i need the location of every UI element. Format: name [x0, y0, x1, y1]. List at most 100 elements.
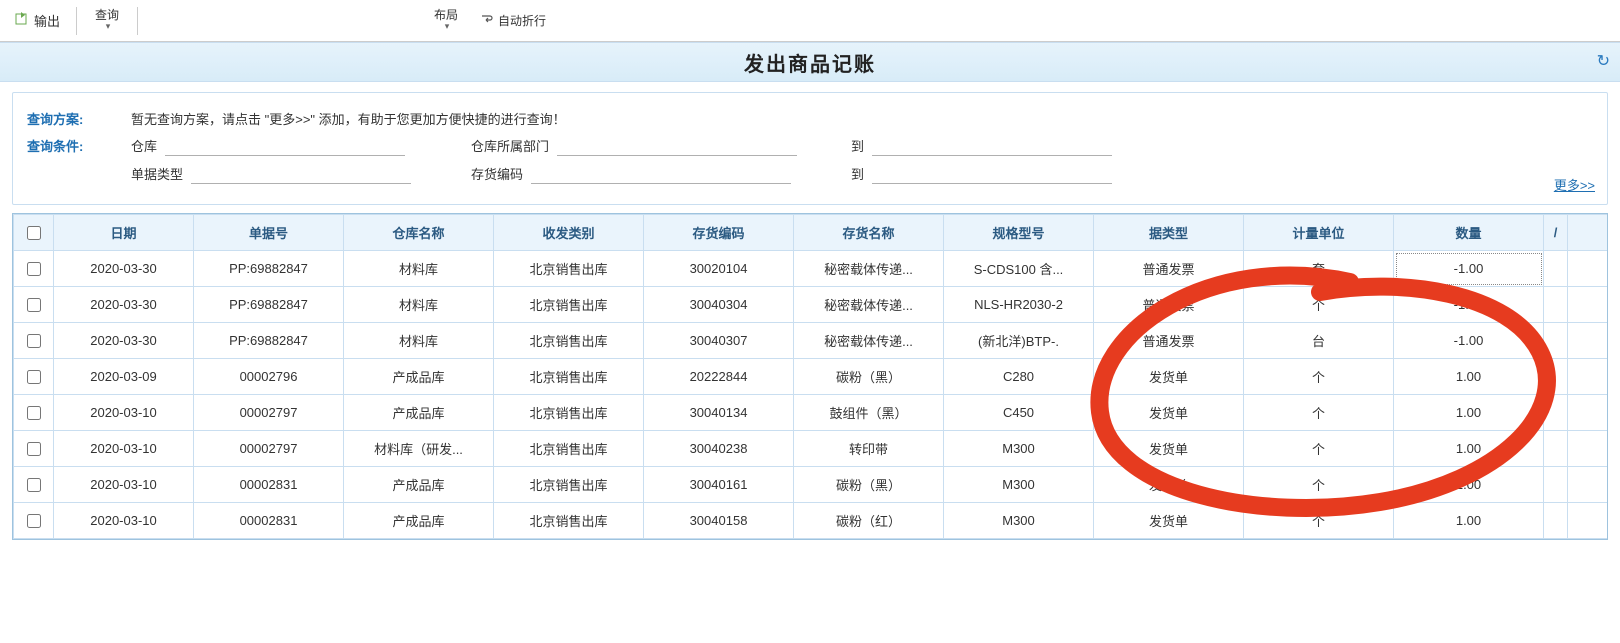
cell-extra [1568, 359, 1608, 395]
cell-qty[interactable]: 1.00 [1394, 431, 1544, 467]
row-select[interactable] [14, 467, 54, 503]
col-extra[interactable] [1568, 215, 1608, 251]
col-iotype[interactable]: 收发类别 [494, 215, 644, 251]
table-row[interactable]: 2020-03-0900002796产成品库北京销售出库20222844碳粉（黑… [14, 359, 1608, 395]
col-invcode[interactable]: 存货编码 [644, 215, 794, 251]
cell-iotype: 北京销售出库 [494, 467, 644, 503]
cell-warehouse: 材料库 [344, 287, 494, 323]
table-row[interactable]: 2020-03-1000002797产成品库北京销售出库30040134鼓组件（… [14, 395, 1608, 431]
cell-unit: 个 [1244, 395, 1394, 431]
cell-qty[interactable]: -1.00 [1394, 287, 1544, 323]
cell-qty[interactable]: -1.00 [1394, 323, 1544, 359]
cell-qty[interactable]: 1.00 [1394, 503, 1544, 539]
col-warehouse[interactable]: 仓库名称 [344, 215, 494, 251]
cell-docno: PP:69882847 [194, 287, 344, 323]
layout-group[interactable]: 布局 ▾ [426, 0, 466, 42]
cell-extra [1568, 251, 1608, 287]
cell-iotype: 北京销售出库 [494, 431, 644, 467]
cell-warehouse: 产成品库 [344, 359, 494, 395]
row-checkbox[interactable] [27, 442, 41, 456]
table-row[interactable]: 2020-03-30PP:69882847材料库北京销售出库30020104秘密… [14, 251, 1608, 287]
chevron-down-icon: ▾ [106, 22, 111, 32]
cell-spec: (新北洋)BTP-. [944, 323, 1094, 359]
cell-invname: 秘密载体传递... [794, 323, 944, 359]
row-checkbox[interactable] [27, 334, 41, 348]
doctype-input[interactable] [191, 162, 411, 184]
table-row[interactable]: 2020-03-1000002831产成品库北京销售出库30040161碳粉（黑… [14, 467, 1608, 503]
row-select[interactable] [14, 503, 54, 539]
cell-iotype: 北京销售出库 [494, 503, 644, 539]
cell-invname: 碳粉（黑） [794, 467, 944, 503]
invcode-input[interactable] [531, 162, 791, 184]
cell-docno: 00002797 [194, 431, 344, 467]
cell-unit: 个 [1244, 359, 1394, 395]
cell-warehouse: 产成品库 [344, 503, 494, 539]
refresh-icon[interactable]: ↻ [1597, 51, 1610, 71]
row-select[interactable] [14, 251, 54, 287]
title-bar: 发出商品记账 ↻ [0, 42, 1620, 82]
cell-slash [1544, 287, 1568, 323]
table-row[interactable]: 2020-03-1000002797材料库（研发...北京销售出库3004023… [14, 431, 1608, 467]
cell-invname: 碳粉（黑） [794, 359, 944, 395]
cell-warehouse: 材料库 [344, 323, 494, 359]
cell-date: 2020-03-30 [54, 251, 194, 287]
cell-qty[interactable]: 1.00 [1394, 359, 1544, 395]
table-row[interactable]: 2020-03-30PP:69882847材料库北京销售出库30040304秘密… [14, 287, 1608, 323]
col-qty[interactable]: 数量 [1394, 215, 1544, 251]
cell-slash [1544, 359, 1568, 395]
select-all-header[interactable] [14, 215, 54, 251]
cell-qty[interactable]: -1.00 [1394, 251, 1544, 287]
dept-input[interactable] [557, 134, 797, 156]
to1-label: 到 [851, 136, 864, 155]
cell-doctype: 发货单 [1094, 431, 1244, 467]
cell-unit: 套 [1244, 251, 1394, 287]
more-link[interactable]: 更多>> [1554, 175, 1595, 194]
warehouse-input[interactable] [165, 134, 405, 156]
col-doctype[interactable]: 据类型 [1094, 215, 1244, 251]
row-checkbox[interactable] [27, 262, 41, 276]
row-checkbox[interactable] [27, 514, 41, 528]
cell-warehouse: 产成品库 [344, 395, 494, 431]
cell-qty[interactable]: 1.00 [1394, 467, 1544, 503]
col-spec[interactable]: 规格型号 [944, 215, 1094, 251]
query-group[interactable]: 查询 ▾ [87, 0, 127, 42]
cell-extra [1568, 323, 1608, 359]
row-select[interactable] [14, 395, 54, 431]
output-button[interactable]: 输出 [8, 7, 66, 34]
invcode-label: 存货编码 [471, 164, 523, 183]
scheme-label: 查询方案: [27, 109, 101, 128]
table-row[interactable]: 2020-03-30PP:69882847材料库北京销售出库30040307秘密… [14, 323, 1608, 359]
dept-label: 仓库所属部门 [471, 136, 549, 155]
row-checkbox[interactable] [27, 298, 41, 312]
table-row[interactable]: 2020-03-1000002831产成品库北京销售出库30040158碳粉（红… [14, 503, 1608, 539]
to2-input[interactable] [872, 162, 1112, 184]
cell-qty[interactable]: 1.00 [1394, 395, 1544, 431]
cell-extra [1568, 287, 1608, 323]
row-select[interactable] [14, 431, 54, 467]
output-label: 输出 [34, 11, 60, 30]
row-checkbox[interactable] [27, 370, 41, 384]
col-docno[interactable]: 单据号 [194, 215, 344, 251]
row-select[interactable] [14, 359, 54, 395]
col-slash[interactable]: / [1544, 215, 1568, 251]
col-date[interactable]: 日期 [54, 215, 194, 251]
cell-date: 2020-03-30 [54, 287, 194, 323]
cell-date: 2020-03-10 [54, 395, 194, 431]
cell-spec: C450 [944, 395, 1094, 431]
cell-date: 2020-03-10 [54, 503, 194, 539]
row-select[interactable] [14, 323, 54, 359]
col-invname[interactable]: 存货名称 [794, 215, 944, 251]
col-unit[interactable]: 计量单位 [1244, 215, 1394, 251]
row-checkbox[interactable] [27, 478, 41, 492]
cell-unit: 台 [1244, 323, 1394, 359]
chevron-down-icon: ▾ [445, 22, 450, 32]
autowrap-button[interactable]: 自动折行 [474, 8, 552, 33]
to1-input[interactable] [872, 134, 1112, 156]
row-select[interactable] [14, 287, 54, 323]
cell-docno: PP:69882847 [194, 251, 344, 287]
row-checkbox[interactable] [27, 406, 41, 420]
cell-warehouse: 产成品库 [344, 467, 494, 503]
cell-docno: 00002796 [194, 359, 344, 395]
select-all-checkbox[interactable] [27, 226, 41, 240]
cell-slash [1544, 431, 1568, 467]
